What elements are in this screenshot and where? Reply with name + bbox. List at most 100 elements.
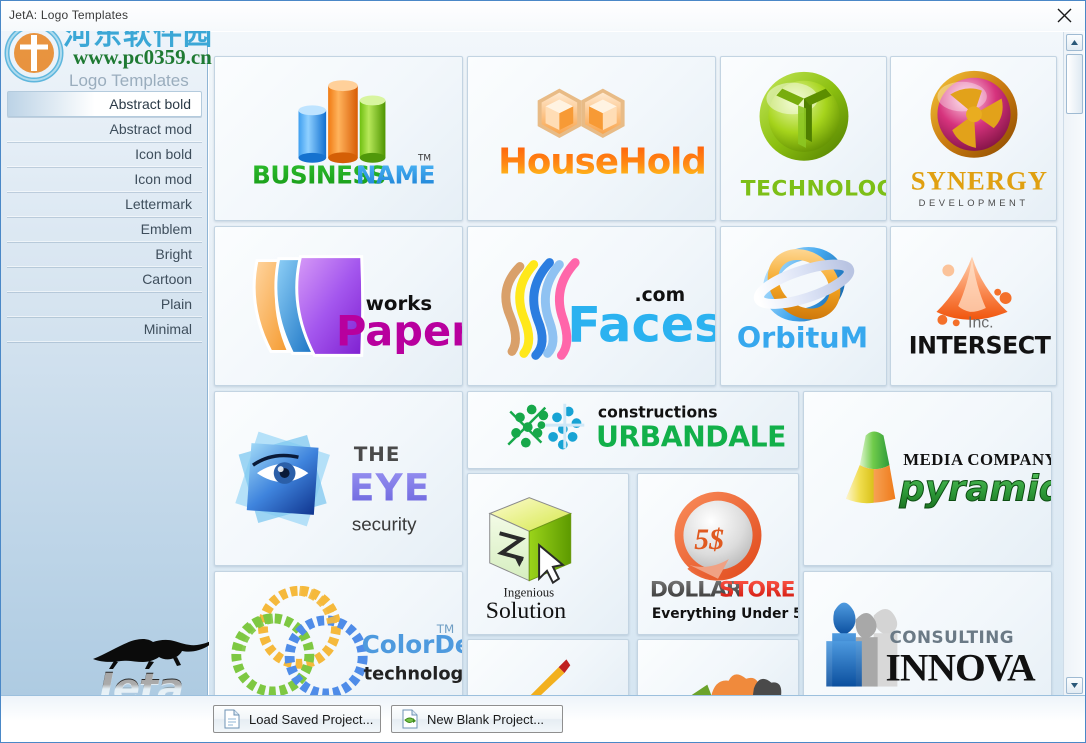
five-dollar-text: 5$ <box>694 524 724 556</box>
template-tile-innova-consulting[interactable]: CONSULTING INNOVA INNOVA <box>803 571 1052 696</box>
pyramid-logo: MEDIA COMPANY pyramid <box>845 431 1051 510</box>
sidebar-item-label: Icon bold <box>135 146 192 162</box>
name-text: NAME <box>356 160 435 189</box>
household-text: HouseHold <box>498 142 706 183</box>
scroll-down-button[interactable] <box>1066 677 1083 694</box>
sidebar-item-label: Cartoon <box>142 271 192 287</box>
bottom-toolbar: Load Saved Project... New Blank Project.… <box>1 695 1085 742</box>
template-tile-orbitum[interactable]: OrbituM OrbituM <box>720 226 887 386</box>
sidebar-item-label: Plain <box>160 296 192 312</box>
template-tile-intersect[interactable]: Inc. INTERSECT INTERSECT <box>890 226 1057 386</box>
sidebar-item-label: Lettermark <box>125 196 192 212</box>
chevron-up-icon <box>1071 40 1078 45</box>
gallery-scrollbar[interactable] <box>1063 32 1084 696</box>
template-tile-partial-splash[interactable] <box>637 639 799 696</box>
template-tile-pyramid[interactable]: MEDIA COMPANY pyramid <box>803 391 1052 566</box>
new-document-icon <box>402 709 418 729</box>
intersect-text: INTERSECT <box>909 331 1052 359</box>
chevron-down-icon <box>1071 683 1078 688</box>
tm-mark: TM <box>417 154 431 164</box>
innova-consulting-logo: CONSULTING INNOVA INNOVA <box>826 602 1037 690</box>
sidebar-item-label: Abstract mod <box>109 121 192 137</box>
urbandale-logo: constructions URBANDALE URBANDALE <box>507 403 786 454</box>
sidebar-item-minimal[interactable]: Minimal <box>7 317 202 342</box>
dollar-store-logo: 5$ DOLLAR STORE Everything Under 5$ <box>650 491 798 622</box>
template-tile-urbandale[interactable]: constructions URBANDALE URBANDALE <box>467 391 799 469</box>
template-tile-paper-works[interactable]: works Paper <box>214 226 463 386</box>
template-tile-faces-com[interactable]: .com Faces <box>467 226 716 386</box>
inc-text: Inc. <box>968 315 993 332</box>
constructions-text: constructions <box>598 403 718 421</box>
orbitum-text: OrbituM <box>737 320 868 354</box>
template-tile-household[interactable]: HouseHold HouseHold <box>467 56 716 221</box>
pyramid-text: pyramid <box>898 469 1051 510</box>
sidebar-item-abstract-mod[interactable]: Abstract mod <box>7 117 202 142</box>
sidebar-category-list: Abstract bold Abstract mod Icon bold Ico… <box>7 91 202 342</box>
partial-pencil-logo <box>529 659 571 696</box>
sidebar-item-icon-bold[interactable]: Icon bold <box>7 142 202 167</box>
load-saved-project-button[interactable]: Load Saved Project... <box>213 705 381 733</box>
template-gallery[interactable]: BUSINESS NAME TM BUSINESS NAME <box>209 32 1064 696</box>
sidebar-item-icon-mod[interactable]: Icon mod <box>7 167 202 192</box>
app-window: Abstract bold Abstract mod Icon bold Ico… <box>0 0 1086 743</box>
sidebar-item-lettermark[interactable]: Lettermark <box>7 192 202 217</box>
consulting-text: CONSULTING <box>889 627 1014 647</box>
sidebar-item-label: Icon mod <box>134 171 192 187</box>
synergy-text: SYNERGY <box>911 165 1048 195</box>
title-bar: JetA: Logo Templates <box>1 1 1085 31</box>
solution-text: Solution <box>486 598 566 624</box>
technology-logo: TECHNOLOGY TECHNOLOGY <box>741 71 886 201</box>
development-text: DEVELOPMENT <box>919 198 1029 208</box>
intersect-logo: Inc. INTERSECT INTERSECT <box>909 256 1052 359</box>
close-button[interactable] <box>1042 1 1085 30</box>
paper-works-logo: works Paper <box>252 255 462 357</box>
template-tile-partial-pencil[interactable] <box>467 639 629 696</box>
template-tile-the-eye-security[interactable]: THE EYE security <box>214 391 463 566</box>
sidebar-item-label: Minimal <box>143 321 192 337</box>
faces-text: Faces <box>567 296 715 354</box>
close-icon <box>1057 8 1072 23</box>
sidebar-item-bright[interactable]: Bright <box>7 242 202 267</box>
technology-text: TECHNOLOGY <box>741 176 886 201</box>
paper-text: Paper <box>336 308 462 356</box>
sidebar-item-cartoon[interactable]: Cartoon <box>7 267 202 292</box>
sidebar-item-plain[interactable]: Plain <box>7 292 202 317</box>
template-tile-technology[interactable]: TECHNOLOGY TECHNOLOGY <box>720 56 887 221</box>
template-tile-dollar-store[interactable]: 5$ DOLLAR STORE Everything Under 5$ <box>637 473 799 635</box>
document-icon <box>224 709 240 729</box>
household-logo: HouseHold HouseHold <box>498 88 707 183</box>
business-name-logo: BUSINESS NAME TM BUSINESS NAME <box>252 80 436 189</box>
template-tile-ingenious-solution[interactable]: Ingenious Solution Solution <box>467 473 629 635</box>
ingenious-solution-logo: Ingenious Solution Solution <box>486 497 573 624</box>
store-text: STORE <box>719 577 795 602</box>
sidebar-item-label: Emblem <box>140 221 192 237</box>
template-tile-business-name[interactable]: BUSINESS NAME TM BUSINESS NAME <box>214 56 463 221</box>
tm-mark: TM <box>436 622 454 636</box>
orbitum-logo: OrbituM OrbituM <box>737 247 868 354</box>
urbandale-text: URBANDALE <box>596 421 786 454</box>
color-design-logo: ColorDesign TM technologies <box>231 585 462 696</box>
technologies-text: technologies <box>364 665 462 685</box>
sidebar-item-emblem[interactable]: Emblem <box>7 217 202 242</box>
synergy-logo: SYNERGY DEVELOPMENT SYNERGY <box>911 70 1048 208</box>
new-blank-project-button[interactable]: New Blank Project... <box>391 705 563 733</box>
security-text: security <box>352 513 417 534</box>
partial-splash-logo <box>690 674 782 696</box>
scrollbar-thumb[interactable] <box>1066 54 1083 114</box>
sidebar-item-label: Bright <box>155 246 192 262</box>
the-text: THE <box>354 443 400 466</box>
faces-com-logo: .com Faces <box>501 258 715 360</box>
innova-text: INNOVA <box>886 646 1037 690</box>
template-tile-synergy[interactable]: SYNERGY DEVELOPMENT SYNERGY <box>890 56 1057 221</box>
scroll-up-button[interactable] <box>1066 34 1083 51</box>
media-company-text: MEDIA COMPANY <box>903 450 1051 469</box>
sidebar-item-abstract-bold[interactable]: Abstract bold <box>7 91 202 117</box>
new-blank-project-label: New Blank Project... <box>427 711 545 727</box>
load-saved-project-label: Load Saved Project... <box>249 711 374 727</box>
template-tile-color-design[interactable]: ColorDesign TM technologies <box>214 571 463 696</box>
sidebar: Abstract bold Abstract mod Icon bold Ico… <box>1 31 215 742</box>
sidebar-item-label: Abstract bold <box>109 96 191 112</box>
the-eye-security-logo: THE EYE security <box>235 431 430 534</box>
eye-text: EYE <box>349 466 430 510</box>
window-title: JetA: Logo Templates <box>9 8 129 22</box>
